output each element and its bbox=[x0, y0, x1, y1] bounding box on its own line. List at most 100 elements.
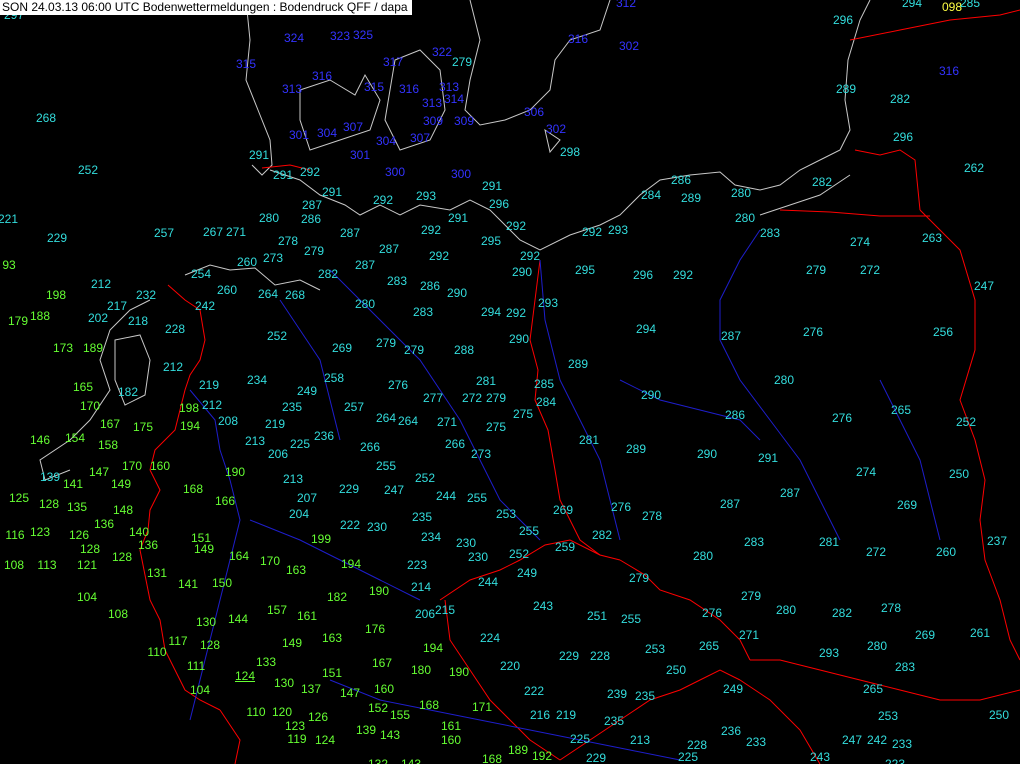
station-value: 282 bbox=[831, 606, 853, 620]
station-value: 284 bbox=[535, 395, 557, 409]
station-value: 281 bbox=[578, 433, 600, 447]
station-value: 150 bbox=[211, 576, 233, 590]
station-value: 208 bbox=[217, 414, 239, 428]
station-value: 128 bbox=[199, 638, 221, 652]
station-value: 278 bbox=[641, 509, 663, 523]
station-value: 139 bbox=[39, 470, 61, 484]
station-value: 223 bbox=[406, 558, 428, 572]
station-value: 263 bbox=[921, 231, 943, 245]
station-value: 307 bbox=[409, 131, 431, 145]
station-value: 230 bbox=[366, 520, 388, 534]
station-value: 264 bbox=[257, 287, 279, 301]
station-value: 293 bbox=[537, 296, 559, 310]
station-value: 229 bbox=[585, 751, 607, 764]
station-value: 265 bbox=[862, 682, 884, 696]
station-value: 278 bbox=[277, 234, 299, 248]
station-value: 194 bbox=[340, 557, 362, 571]
station-value: 250 bbox=[988, 708, 1010, 722]
station-value: 300 bbox=[384, 165, 406, 179]
station-value: 259 bbox=[554, 540, 576, 554]
station-value: 207 bbox=[296, 491, 318, 505]
station-value: 280 bbox=[730, 186, 752, 200]
station-value: 289 bbox=[625, 442, 647, 456]
station-value: 269 bbox=[896, 498, 918, 512]
station-value: 189 bbox=[82, 341, 104, 355]
station-value: 128 bbox=[38, 497, 60, 511]
station-value: 292 bbox=[505, 219, 527, 233]
station-value: 292 bbox=[428, 249, 450, 263]
station-value: 309 bbox=[422, 114, 444, 128]
station-value: 219 bbox=[264, 417, 286, 431]
station-value: 279 bbox=[303, 244, 325, 258]
station-value: 269 bbox=[552, 503, 574, 517]
station-value: 294 bbox=[901, 0, 923, 10]
station-value: 202 bbox=[87, 311, 109, 325]
station-value: 279 bbox=[805, 263, 827, 277]
station-value: 111 bbox=[186, 659, 206, 673]
station-value: 325 bbox=[352, 28, 374, 42]
station-value: 294 bbox=[480, 305, 502, 319]
station-value: 176 bbox=[364, 622, 386, 636]
station-value: 276 bbox=[802, 325, 824, 339]
station-value: 194 bbox=[179, 419, 201, 433]
station-value: 182 bbox=[326, 590, 348, 604]
station-value: 280 bbox=[692, 549, 714, 563]
station-value: 228 bbox=[164, 322, 186, 336]
station-value: 154 bbox=[64, 431, 86, 445]
station-value: 290 bbox=[446, 286, 468, 300]
station-value: 269 bbox=[914, 628, 936, 642]
station-value: 206 bbox=[414, 607, 436, 621]
station-value: 276 bbox=[701, 606, 723, 620]
station-value: 222 bbox=[339, 518, 361, 532]
station-value: 141 bbox=[177, 577, 199, 591]
station-value: 232 bbox=[135, 288, 157, 302]
station-value: 316 bbox=[398, 82, 420, 96]
station-value: 198 bbox=[45, 288, 67, 302]
station-value: 252 bbox=[414, 471, 436, 485]
station-value: 261 bbox=[969, 626, 991, 640]
station-value: 315 bbox=[363, 80, 385, 94]
station-value: 219 bbox=[198, 378, 220, 392]
station-value: 124 bbox=[234, 669, 256, 683]
station-value: 316 bbox=[311, 69, 333, 83]
station-value: 268 bbox=[35, 111, 57, 125]
station-value: 230 bbox=[467, 550, 489, 564]
station-value: 253 bbox=[877, 709, 899, 723]
station-value: 282 bbox=[317, 267, 339, 281]
station-value: 287 bbox=[378, 242, 400, 256]
station-value: 255 bbox=[375, 459, 397, 473]
station-value: 239 bbox=[606, 687, 628, 701]
station-value: 123 bbox=[29, 525, 51, 539]
station-value: 224 bbox=[479, 631, 501, 645]
station-value: 247 bbox=[383, 483, 405, 497]
station-value: 170 bbox=[79, 399, 101, 413]
station-value: 298 bbox=[559, 145, 581, 159]
station-value: 296 bbox=[488, 197, 510, 211]
station-value: 276 bbox=[387, 378, 409, 392]
station-value: 251 bbox=[586, 609, 608, 623]
station-value: 287 bbox=[339, 226, 361, 240]
station-value: 255 bbox=[518, 524, 540, 538]
station-value: 266 bbox=[359, 440, 381, 454]
station-value: 123 bbox=[284, 719, 306, 733]
station-value: 269 bbox=[331, 341, 353, 355]
station-value: 272 bbox=[461, 391, 483, 405]
station-value: 296 bbox=[832, 13, 854, 27]
station-value: 229 bbox=[46, 231, 68, 245]
station-value: 280 bbox=[734, 211, 756, 225]
station-value: 274 bbox=[849, 235, 871, 249]
station-value: 258 bbox=[323, 371, 345, 385]
station-value: 149 bbox=[281, 636, 303, 650]
station-value: 287 bbox=[720, 329, 742, 343]
station-value: 219 bbox=[555, 708, 577, 722]
station-value: 283 bbox=[894, 660, 916, 674]
station-value: 217 bbox=[106, 299, 128, 313]
station-value: 291 bbox=[248, 148, 270, 162]
station-value: 282 bbox=[889, 92, 911, 106]
station-value: 267 bbox=[202, 225, 224, 239]
station-value: 247 bbox=[973, 279, 995, 293]
station-value: 275 bbox=[485, 420, 507, 434]
station-value: 254 bbox=[190, 267, 212, 281]
station-value: 283 bbox=[412, 305, 434, 319]
station-value: 281 bbox=[475, 374, 497, 388]
